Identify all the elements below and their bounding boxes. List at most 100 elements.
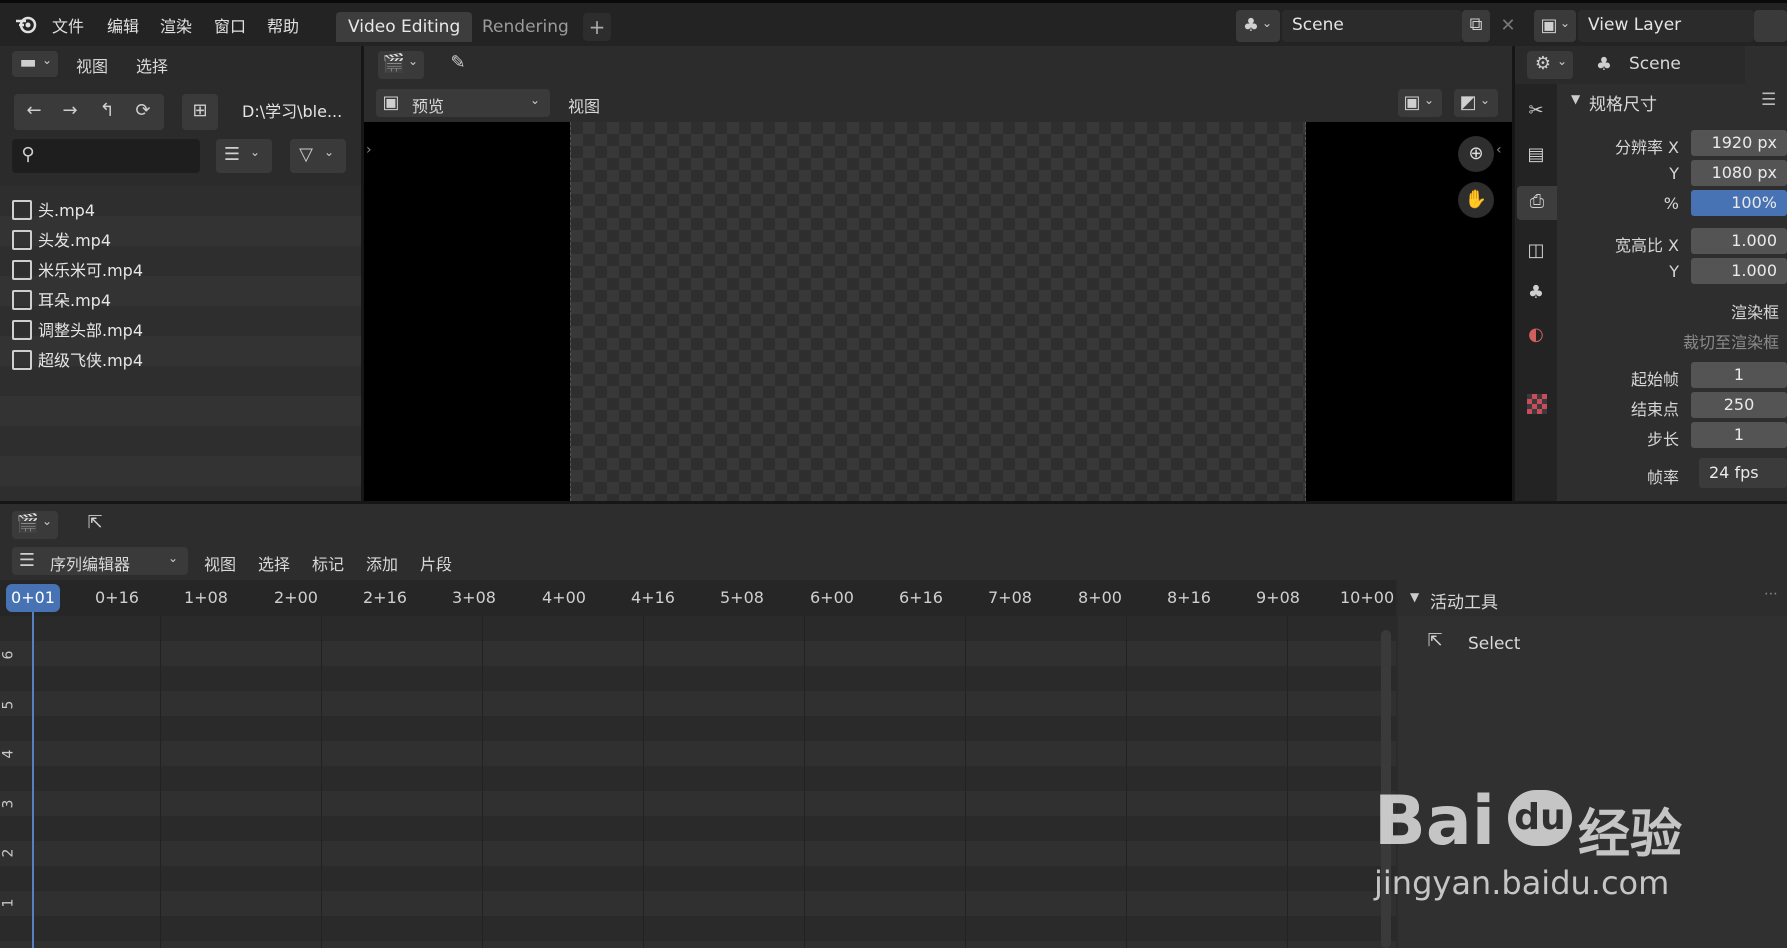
menu-render[interactable]: 渲染 xyxy=(160,13,192,37)
scene-name-field[interactable]: Scene xyxy=(1282,10,1462,42)
file-search-input[interactable]: ⚲ xyxy=(12,139,200,173)
forward-arrow-icon[interactable]: → xyxy=(54,100,86,121)
directory-path-field[interactable]: D:\学习\ble... xyxy=(232,94,350,130)
list-icon[interactable]: ☰ xyxy=(1761,90,1776,110)
chevron-right-icon[interactable]: › xyxy=(366,142,372,158)
display-channels-button[interactable]: ◩ ⌄ xyxy=(1454,89,1498,117)
preview-canvas[interactable] xyxy=(570,122,1306,501)
eyedropper-icon[interactable]: ✎ xyxy=(444,52,472,73)
zoom-icon[interactable]: ⊕ xyxy=(1458,136,1494,172)
resolution-x-field[interactable]: 1920 px xyxy=(1691,130,1787,156)
properties-tabs: ✂ ▤ ⎙ ◫ ♣ ◐ xyxy=(1515,46,1557,501)
menu-view[interactable]: 视图 xyxy=(204,551,236,575)
chevron-down-icon: ⌄ xyxy=(42,53,53,67)
chevron-down-icon: ⌄ xyxy=(1262,16,1273,30)
refresh-icon[interactable]: ⟳ xyxy=(127,100,159,121)
tick-label: 10+00 xyxy=(1340,588,1395,607)
current-frame-indicator[interactable]: 0+01 xyxy=(6,584,60,612)
tick-label: 0+16 xyxy=(95,588,139,607)
back-arrow-icon[interactable]: ← xyxy=(18,100,50,121)
file-browser-header: ▬ ⌄ 视图 选择 xyxy=(0,46,361,80)
sequencer-icon: 🎬 xyxy=(382,53,406,74)
res-y-label: Y xyxy=(1669,164,1679,183)
properties-icon: ⚙ xyxy=(1534,53,1552,74)
world-properties-icon[interactable]: ◐ xyxy=(1521,324,1551,345)
menu-select[interactable]: 选择 xyxy=(258,551,290,575)
list-item[interactable]: 头.mp4 xyxy=(12,196,357,226)
blender-logo-icon[interactable] xyxy=(14,12,38,36)
frame-step-field[interactable]: 1 xyxy=(1691,422,1787,448)
list-item[interactable]: 调整头部.mp4 xyxy=(12,316,357,346)
menu-window[interactable]: 窗口 xyxy=(214,13,246,37)
resolution-percent-field[interactable]: 100% xyxy=(1691,190,1787,216)
channel-number: 1 xyxy=(0,898,17,908)
menu-add[interactable]: 添加 xyxy=(366,551,398,575)
scene-properties-icon[interactable]: ♣ xyxy=(1521,282,1551,303)
overlay-button[interactable]: ▣ ⌄ xyxy=(1398,89,1442,117)
filter-button[interactable]: ▽ ⌄ xyxy=(290,139,346,173)
view-mode-dropdown[interactable]: ▣ 预览 ⌄ xyxy=(376,89,550,117)
chevron-down-icon: ⌄ xyxy=(168,551,179,565)
menu-file[interactable]: 文件 xyxy=(52,13,84,37)
aspect-y-field[interactable]: 1.000 xyxy=(1691,258,1787,284)
menu-view[interactable]: 视图 xyxy=(568,93,600,117)
new-view-layer-button[interactable] xyxy=(1754,10,1787,42)
playhead[interactable] xyxy=(32,612,34,948)
view-layer-name-field[interactable]: View Layer xyxy=(1578,10,1754,42)
list-item[interactable]: 耳朵.mp4 xyxy=(12,286,357,316)
chevron-down-icon: ⌄ xyxy=(324,145,335,159)
menu-edit[interactable]: 编辑 xyxy=(107,13,139,37)
select-tool-icon[interactable]: ⇱ xyxy=(80,512,110,533)
texture-properties-icon[interactable] xyxy=(1527,394,1547,414)
display-mode-button[interactable]: ☰ ⌄ xyxy=(216,139,272,173)
drag-handle-icon[interactable]: ⋯ xyxy=(1764,586,1778,602)
menu-view[interactable]: 视图 xyxy=(76,53,108,77)
chevron-left-icon[interactable]: ‹ xyxy=(1496,142,1502,158)
chevron-down-icon: ⌄ xyxy=(1560,16,1571,30)
render-properties-icon[interactable]: ▤ xyxy=(1521,144,1551,165)
filter-icon: ▽ xyxy=(299,144,313,165)
editor-type-button[interactable]: 🎬 ⌄ xyxy=(12,511,58,539)
crop-region-checkbox[interactable]: 裁切至渲染框 xyxy=(1557,329,1779,353)
frame-end-field[interactable]: 250 xyxy=(1691,392,1787,418)
dimensions-section-header[interactable]: ▼ 规格尺寸 ☰ xyxy=(1565,84,1787,118)
movie-file-icon xyxy=(12,289,32,310)
sequencer-channels[interactable] xyxy=(0,616,1396,948)
scene-selector-button[interactable]: ♣ ⌄ xyxy=(1236,10,1280,42)
tab-video-editing[interactable]: Video Editing xyxy=(336,12,473,42)
view-layer-selector-button[interactable]: ▣ ⌄ xyxy=(1534,10,1576,42)
select-tool-icon[interactable]: ⇱ xyxy=(1420,630,1450,651)
parent-directory-icon[interactable]: ↰ xyxy=(91,100,123,121)
menu-strip[interactable]: 片段 xyxy=(420,551,452,575)
sequencer-type-dropdown[interactable]: ☰ 序列编辑器 ⌄ xyxy=(12,547,188,575)
tab-rendering[interactable]: Rendering xyxy=(470,12,581,42)
resolution-y-field[interactable]: 1080 px xyxy=(1691,160,1787,186)
frame-rate-dropdown[interactable]: 24 fps xyxy=(1699,458,1787,488)
active-tool-header[interactable]: ▼ 活动工具 ⋯ xyxy=(1398,580,1787,616)
list-item[interactable]: 米乐米可.mp4 xyxy=(12,256,357,286)
sequencer-type-label: 序列编辑器 xyxy=(50,555,131,574)
new-scene-button[interactable]: ⧉ xyxy=(1462,10,1490,42)
movie-file-icon xyxy=(12,349,32,370)
frame-start-field[interactable]: 1 xyxy=(1691,362,1787,388)
view-layer-properties-icon[interactable]: ◫ xyxy=(1521,240,1551,261)
menu-select[interactable]: 选择 xyxy=(136,53,168,77)
new-folder-button[interactable]: ⊞ xyxy=(182,94,218,130)
menu-help[interactable]: 帮助 xyxy=(267,13,299,37)
aspect-x-field[interactable]: 1.000 xyxy=(1691,228,1787,254)
tool-settings-icon[interactable]: ✂ xyxy=(1521,100,1551,121)
list-item[interactable]: 超级飞侠.mp4 xyxy=(12,346,357,376)
output-properties-tab[interactable]: ⎙ xyxy=(1517,186,1557,220)
editor-type-button[interactable]: 🎬 ⌄ xyxy=(378,51,424,79)
render-region-checkbox[interactable]: 渲染框 xyxy=(1557,299,1779,323)
list-item[interactable]: 头发.mp4 xyxy=(12,226,357,256)
editor-type-button[interactable]: ⚙ ⌄ xyxy=(1527,51,1573,79)
file-name: 米乐米可.mp4 xyxy=(38,261,144,280)
close-icon[interactable]: ✕ xyxy=(1494,10,1522,42)
menu-marker[interactable]: 标记 xyxy=(312,551,344,575)
hand-pan-icon[interactable]: ✋ xyxy=(1458,182,1494,218)
editor-type-button[interactable]: ▬ ⌄ xyxy=(12,51,58,77)
chevron-down-icon: ⌄ xyxy=(530,93,541,107)
frame-end-label: 结束点 xyxy=(1630,400,1679,419)
add-workspace-button[interactable]: + xyxy=(583,13,611,41)
